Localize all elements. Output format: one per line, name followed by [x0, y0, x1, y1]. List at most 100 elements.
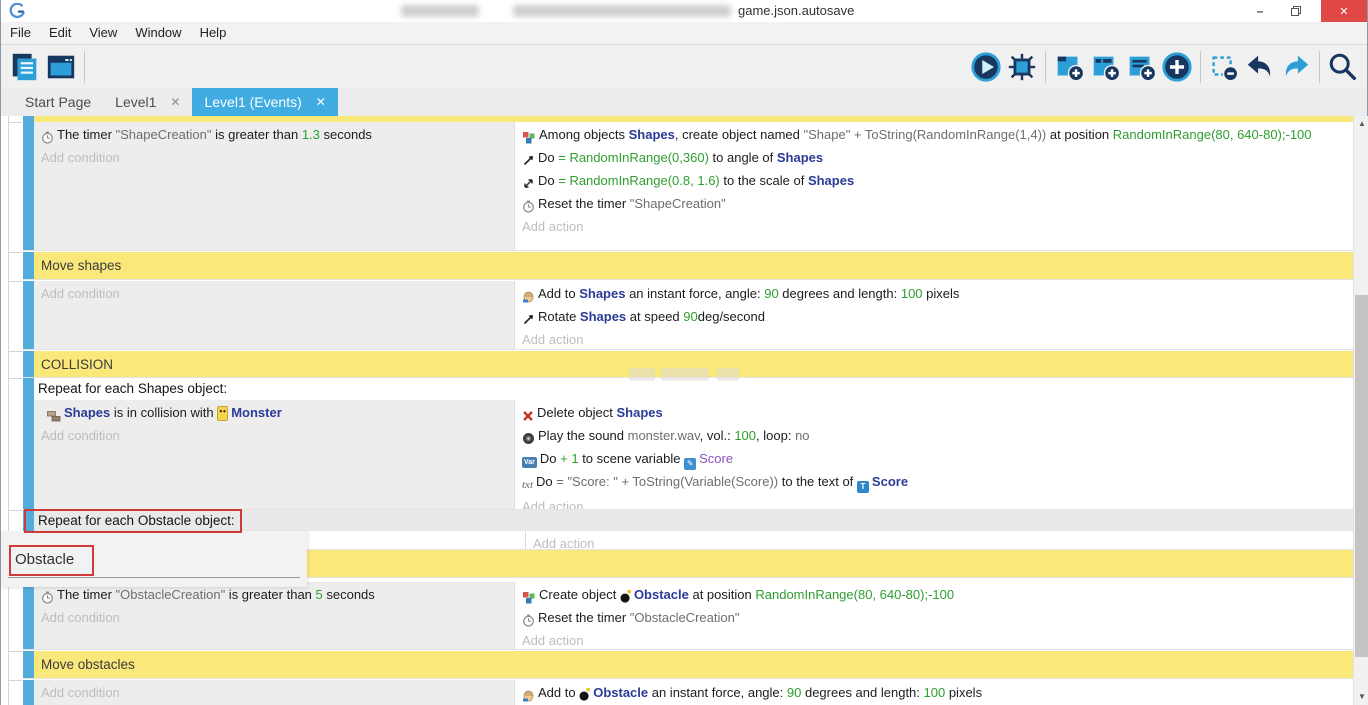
window-title: game.json.autosave: [738, 3, 854, 18]
tree-tick: [8, 651, 22, 652]
action-line[interactable]: Add action: [515, 496, 1346, 509]
event-handle: [23, 651, 34, 678]
action-line[interactable]: Among objects Shapes, create object name…: [515, 124, 1346, 147]
minimize-button[interactable]: –: [1245, 0, 1275, 22]
condition-line[interactable]: Add condition: [34, 607, 514, 628]
add-sub-event-button[interactable]: [1087, 49, 1123, 85]
text-segment: Do: [538, 173, 558, 188]
toolbar-separator: [1200, 51, 1201, 83]
delete-event-icon: [1208, 51, 1240, 83]
project-manager-button[interactable]: [7, 49, 43, 85]
text-segment: = "Score: " + ToString(Variable(Score)): [556, 474, 778, 489]
text-segment: pixels: [923, 286, 960, 301]
text-segment: Reset the timer: [538, 196, 630, 211]
comment-body[interactable]: Move shapes: [34, 252, 1353, 279]
tab-level1[interactable]: Level1 ✕: [103, 88, 192, 116]
condition-line[interactable]: Shapes is in collision with Monster: [34, 402, 514, 425]
conditions-cell[interactable]: Add condition: [34, 281, 514, 349]
text-segment: Add action: [522, 332, 583, 347]
menu-view[interactable]: View: [80, 22, 126, 44]
actions-cell[interactable]: Add to Obstacle an instant force, angle:…: [514, 680, 1353, 705]
repeat-event-header[interactable]: Repeat for each Shapes object:: [34, 378, 1353, 400]
play-preview-button[interactable]: [968, 49, 1004, 85]
redo-icon: [1280, 51, 1312, 83]
scroll-down-icon[interactable]: ▼: [1354, 690, 1368, 704]
redo-button[interactable]: [1278, 49, 1314, 85]
action-line[interactable]: txtDo = "Score: " + ToString(Variable(Sc…: [515, 471, 1346, 496]
scene-editor-button[interactable]: [43, 49, 79, 85]
text-segment: at speed: [626, 309, 683, 324]
comment-body[interactable]: Move obstacles: [34, 651, 1353, 678]
conditions-cell[interactable]: The timer "ShapeCreation" is greater tha…: [34, 122, 514, 250]
add-event-icon: [1053, 51, 1085, 83]
action-line[interactable]: Delete object Shapes: [515, 402, 1346, 425]
actions-cell[interactable]: Add to Shapes an instant force, angle: 9…: [514, 281, 1353, 349]
text-segment: Rotate: [538, 309, 580, 324]
close-button[interactable]: ✕: [1321, 0, 1367, 22]
restore-button[interactable]: [1281, 0, 1311, 22]
add-other-event-button[interactable]: [1159, 49, 1195, 85]
actions-cell[interactable]: Create object Obstacle at position Rando…: [514, 582, 1353, 649]
vertical-scrollbar[interactable]: ▲ ▼: [1353, 116, 1368, 705]
action-line[interactable]: Create object Obstacle at position Rando…: [515, 584, 1346, 607]
text-segment: RandomInRange(80, 640-80);-100: [755, 587, 954, 602]
close-tab-icon[interactable]: ✕: [316, 95, 326, 109]
action-line[interactable]: Add action: [515, 216, 1346, 237]
search-button[interactable]: [1325, 49, 1361, 85]
action-line[interactable]: Add to Shapes an instant force, angle: 9…: [515, 283, 1346, 306]
tab-level1-events[interactable]: Level1 (Events) ✕: [192, 88, 337, 116]
action-line[interactable]: Add to Obstacle an instant force, angle:…: [515, 682, 1346, 705]
scrollbar-thumb[interactable]: [1355, 295, 1368, 657]
comment-text: Move shapes: [34, 258, 121, 273]
txt-icon: txt: [522, 473, 533, 496]
annotation-box-repeat-header: [24, 509, 242, 533]
action-line[interactable]: Do = RandomInRange(0,360) to angle of Sh…: [515, 147, 1346, 170]
action-line[interactable]: Add action: [526, 533, 1353, 549]
add-event-button[interactable]: [1051, 49, 1087, 85]
timer-icon: [41, 126, 54, 147]
action-line[interactable]: Reset the timer "ShapeCreation": [515, 193, 1346, 216]
undo-button[interactable]: [1242, 49, 1278, 85]
events-list: The timer "ShapeCreation" is greater tha…: [1, 116, 1368, 705]
actions-cell[interactable]: Add action: [525, 531, 1353, 549]
action-line[interactable]: Rotate Shapes at speed 90deg/second: [515, 306, 1346, 329]
text-segment: , loop:: [756, 428, 795, 443]
event-handle: [23, 252, 34, 279]
menu-window[interactable]: Window: [126, 22, 190, 44]
menu-edit[interactable]: Edit: [40, 22, 80, 44]
text-segment: 90: [683, 309, 697, 324]
action-line[interactable]: Add action: [515, 630, 1346, 649]
action-line[interactable]: VarDo + 1 to scene variable ✎Score: [515, 448, 1346, 471]
action-line[interactable]: Reset the timer "ObstacleCreation": [515, 607, 1346, 630]
conditions-cell[interactable]: Add condition: [34, 680, 514, 705]
condition-line[interactable]: Add condition: [34, 147, 514, 168]
condition-line[interactable]: The timer "ShapeCreation" is greater tha…: [34, 124, 514, 147]
action-line[interactable]: Add action: [515, 329, 1346, 349]
text-segment: Add action: [533, 536, 594, 549]
project-manager-icon: [9, 51, 41, 83]
text-segment: Shapes: [579, 286, 625, 301]
action-line[interactable]: Do = RandomInRange(0.8, 1.6) to the scal…: [515, 170, 1346, 193]
debug-button[interactable]: [1004, 49, 1040, 85]
actions-cell[interactable]: Delete object ShapesPlay the sound monst…: [514, 400, 1353, 509]
condition-line[interactable]: Add condition: [34, 283, 514, 304]
text-segment: is in collision with: [110, 405, 217, 420]
force-icon: [522, 684, 535, 705]
text-segment: "ObstacleCreation": [630, 610, 740, 625]
text-segment: seconds: [320, 127, 372, 142]
conditions-cell[interactable]: Shapes is in collision with MonsterAdd c…: [34, 400, 514, 509]
menu-file[interactable]: File: [1, 22, 40, 44]
close-tab-icon[interactable]: ✕: [170, 95, 180, 109]
tab-start-page[interactable]: Start Page: [13, 88, 103, 116]
condition-line[interactable]: Add condition: [34, 682, 514, 703]
delete-event-button[interactable]: [1206, 49, 1242, 85]
scroll-up-icon[interactable]: ▲: [1354, 117, 1368, 131]
actions-cell[interactable]: Among objects Shapes, create object name…: [514, 122, 1353, 250]
menu-help[interactable]: Help: [191, 22, 236, 44]
text-segment: "ShapeCreation": [630, 196, 726, 211]
condition-line[interactable]: Add condition: [34, 425, 514, 446]
add-comment-button[interactable]: [1123, 49, 1159, 85]
action-line[interactable]: Play the sound monster.wav, vol.: 100, l…: [515, 425, 1346, 448]
condition-line[interactable]: The timer "ObstacleCreation" is greater …: [34, 584, 514, 607]
conditions-cell[interactable]: The timer "ObstacleCreation" is greater …: [34, 582, 514, 649]
